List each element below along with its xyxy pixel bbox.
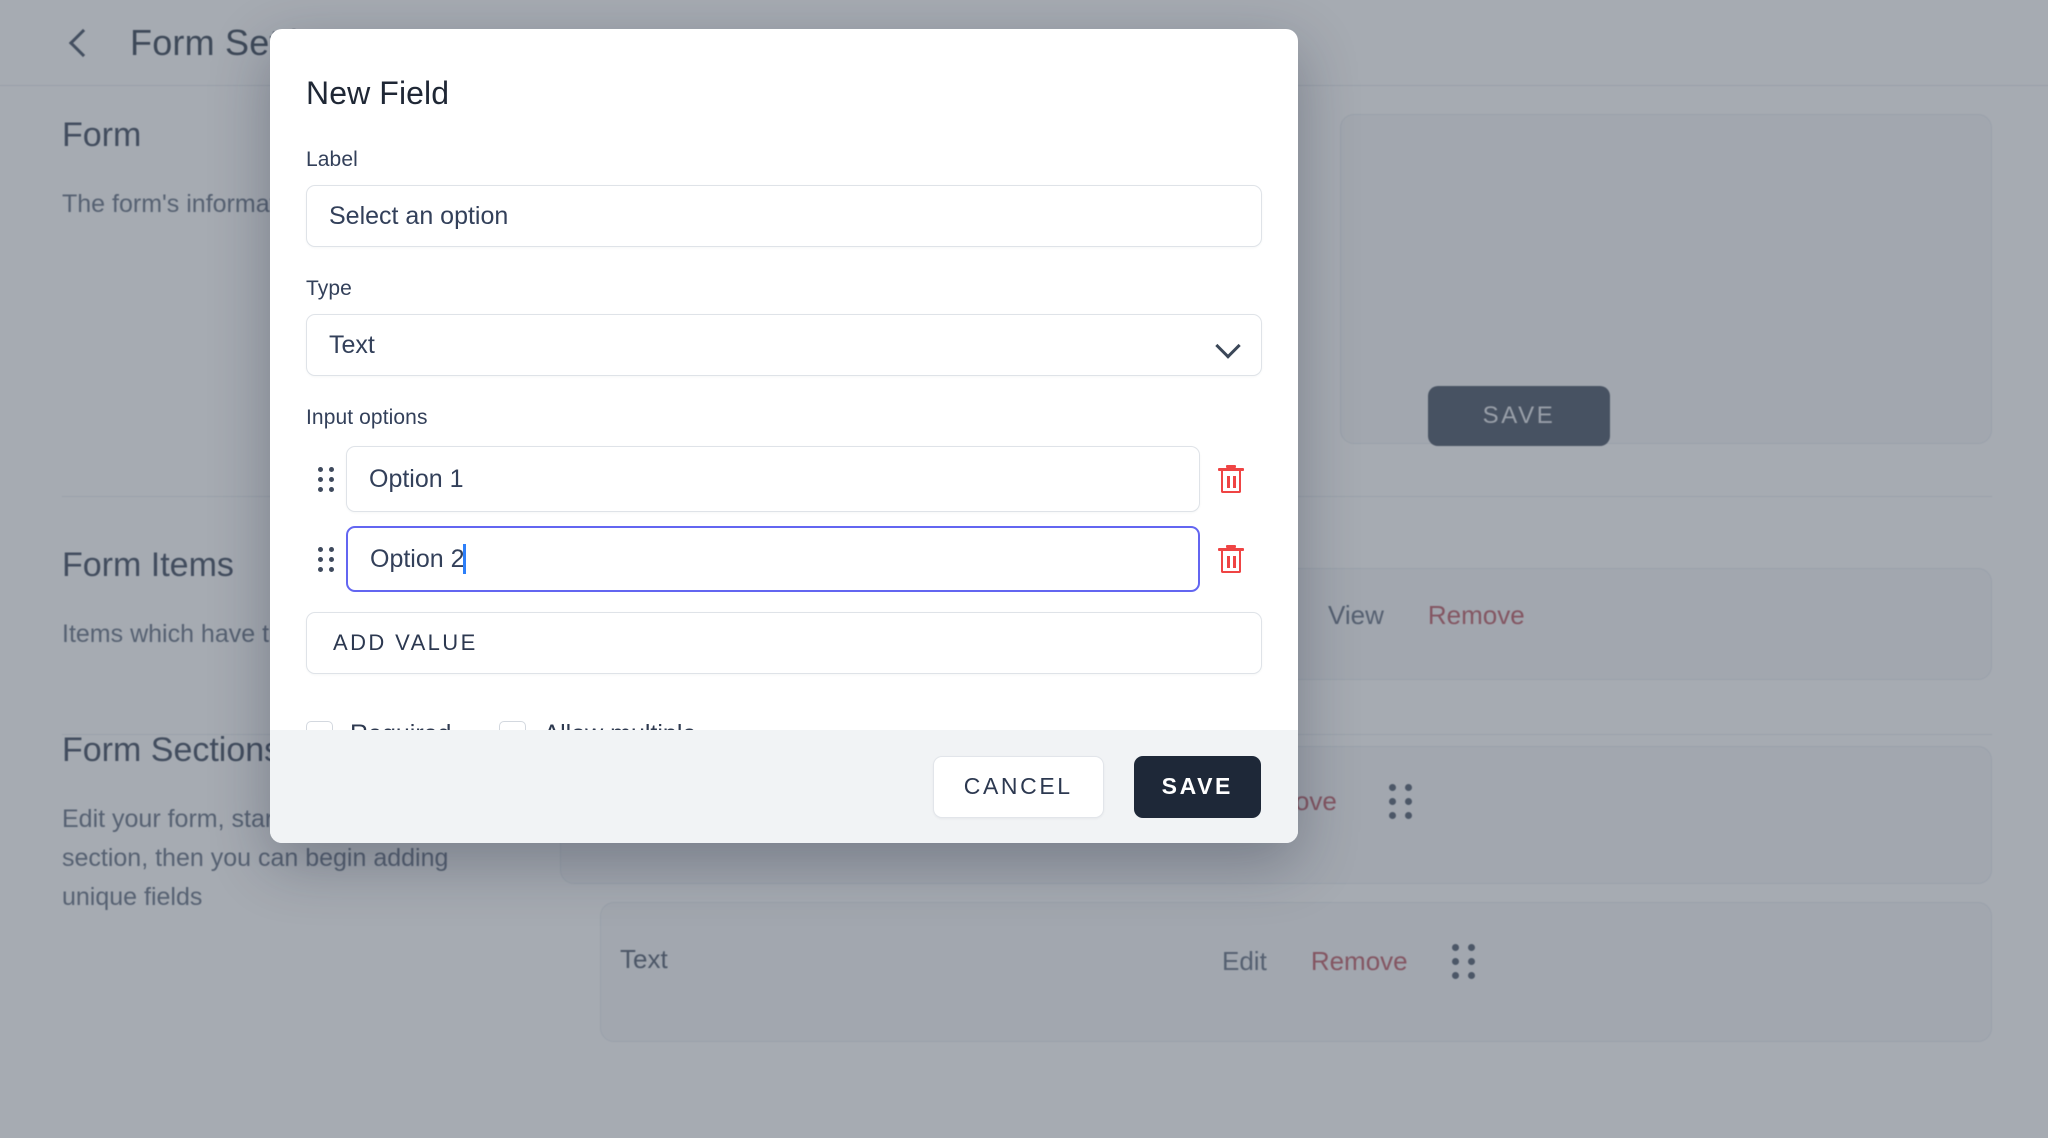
delete-option-button[interactable] <box>1200 545 1262 573</box>
option-input[interactable] <box>346 446 1200 512</box>
option-input-focused[interactable] <box>346 526 1200 592</box>
new-field-dialog: New Field Label Type Text Input options <box>270 29 1298 843</box>
text-caret <box>463 544 466 574</box>
drag-handle-icon[interactable] <box>306 466 346 492</box>
type-field-block: Type Text <box>306 277 1262 376</box>
allow-multiple-label: Allow multiple <box>543 720 696 730</box>
required-checkbox[interactable] <box>306 721 333 730</box>
app-root: Form Settings Form The form's informatio… <box>0 0 2048 1138</box>
dialog-body: New Field Label Type Text Input options <box>270 29 1298 730</box>
trash-icon <box>1218 545 1244 573</box>
checkbox-row: Required Allow multiple <box>306 720 1262 730</box>
input-options-block: Input options Option 1 Option 2 ADD VALU… <box>306 406 1262 674</box>
option-input-wrap <box>346 446 1200 512</box>
trash-icon <box>1218 465 1244 493</box>
type-field-label: Type <box>306 277 352 300</box>
type-select-wrap: Text <box>306 314 1262 376</box>
option-row <box>306 526 1262 592</box>
dialog-footer: CANCEL SAVE <box>270 730 1298 843</box>
chevron-down-icon[interactable] <box>1218 337 1238 357</box>
option-input-wrap <box>346 526 1200 592</box>
input-options-label: Input options <box>306 406 428 429</box>
delete-option-button[interactable] <box>1200 465 1262 493</box>
cancel-button[interactable]: CANCEL <box>932 755 1104 818</box>
option-row <box>306 446 1262 512</box>
allow-multiple-checkbox[interactable] <box>499 721 527 730</box>
label-field-block: Label <box>306 148 1262 247</box>
drag-handle-icon[interactable] <box>306 546 346 572</box>
required-checkbox-group: Required <box>306 720 451 730</box>
type-select[interactable]: Text <box>306 314 1262 376</box>
label-field-label: Label <box>306 148 358 171</box>
add-value-button[interactable]: ADD VALUE <box>306 612 1262 674</box>
dialog-title: New Field <box>306 75 450 111</box>
type-select-value: Text <box>329 330 375 359</box>
save-button[interactable]: SAVE <box>1133 755 1261 818</box>
input-options-list <box>306 446 1262 592</box>
allow-multiple-checkbox-group: Allow multiple <box>499 720 696 730</box>
label-input[interactable] <box>306 185 1262 247</box>
required-label: Required <box>350 720 451 730</box>
